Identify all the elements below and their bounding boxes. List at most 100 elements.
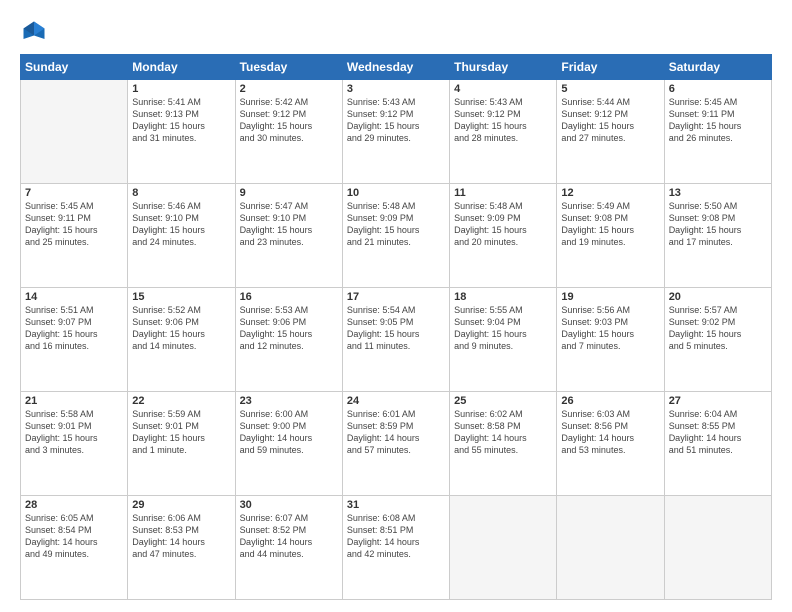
calendar-cell: 19Sunrise: 5:56 AM Sunset: 9:03 PM Dayli… — [557, 288, 664, 392]
logo-icon — [20, 18, 48, 46]
week-row-1: 7Sunrise: 5:45 AM Sunset: 9:11 PM Daylig… — [21, 184, 772, 288]
day-number: 13 — [669, 187, 767, 199]
weekday-header-friday: Friday — [557, 55, 664, 80]
day-info: Sunrise: 6:02 AM Sunset: 8:58 PM Dayligh… — [454, 408, 552, 457]
day-number: 15 — [132, 291, 230, 303]
day-info: Sunrise: 6:05 AM Sunset: 8:54 PM Dayligh… — [25, 512, 123, 561]
day-number: 12 — [561, 187, 659, 199]
calendar-cell: 14Sunrise: 5:51 AM Sunset: 9:07 PM Dayli… — [21, 288, 128, 392]
day-info: Sunrise: 5:59 AM Sunset: 9:01 PM Dayligh… — [132, 408, 230, 457]
calendar-cell: 16Sunrise: 5:53 AM Sunset: 9:06 PM Dayli… — [235, 288, 342, 392]
day-info: Sunrise: 6:08 AM Sunset: 8:51 PM Dayligh… — [347, 512, 445, 561]
day-info: Sunrise: 5:50 AM Sunset: 9:08 PM Dayligh… — [669, 200, 767, 249]
day-info: Sunrise: 6:00 AM Sunset: 9:00 PM Dayligh… — [240, 408, 338, 457]
calendar-cell: 5Sunrise: 5:44 AM Sunset: 9:12 PM Daylig… — [557, 80, 664, 184]
day-info: Sunrise: 5:44 AM Sunset: 9:12 PM Dayligh… — [561, 96, 659, 145]
calendar-cell: 21Sunrise: 5:58 AM Sunset: 9:01 PM Dayli… — [21, 392, 128, 496]
calendar-cell: 29Sunrise: 6:06 AM Sunset: 8:53 PM Dayli… — [128, 496, 235, 600]
calendar-cell: 28Sunrise: 6:05 AM Sunset: 8:54 PM Dayli… — [21, 496, 128, 600]
day-info: Sunrise: 5:47 AM Sunset: 9:10 PM Dayligh… — [240, 200, 338, 249]
day-number: 25 — [454, 395, 552, 407]
day-info: Sunrise: 6:04 AM Sunset: 8:55 PM Dayligh… — [669, 408, 767, 457]
calendar-cell: 7Sunrise: 5:45 AM Sunset: 9:11 PM Daylig… — [21, 184, 128, 288]
day-info: Sunrise: 5:52 AM Sunset: 9:06 PM Dayligh… — [132, 304, 230, 353]
day-number: 30 — [240, 499, 338, 511]
calendar-cell: 30Sunrise: 6:07 AM Sunset: 8:52 PM Dayli… — [235, 496, 342, 600]
calendar-cell: 3Sunrise: 5:43 AM Sunset: 9:12 PM Daylig… — [342, 80, 449, 184]
day-info: Sunrise: 5:58 AM Sunset: 9:01 PM Dayligh… — [25, 408, 123, 457]
calendar-cell: 18Sunrise: 5:55 AM Sunset: 9:04 PM Dayli… — [450, 288, 557, 392]
day-number: 2 — [240, 83, 338, 95]
calendar-cell: 1Sunrise: 5:41 AM Sunset: 9:13 PM Daylig… — [128, 80, 235, 184]
calendar-cell: 24Sunrise: 6:01 AM Sunset: 8:59 PM Dayli… — [342, 392, 449, 496]
day-number: 17 — [347, 291, 445, 303]
day-info: Sunrise: 5:56 AM Sunset: 9:03 PM Dayligh… — [561, 304, 659, 353]
calendar-cell: 9Sunrise: 5:47 AM Sunset: 9:10 PM Daylig… — [235, 184, 342, 288]
day-number: 24 — [347, 395, 445, 407]
calendar-cell: 8Sunrise: 5:46 AM Sunset: 9:10 PM Daylig… — [128, 184, 235, 288]
day-info: Sunrise: 5:43 AM Sunset: 9:12 PM Dayligh… — [454, 96, 552, 145]
day-number: 18 — [454, 291, 552, 303]
calendar-cell: 15Sunrise: 5:52 AM Sunset: 9:06 PM Dayli… — [128, 288, 235, 392]
weekday-header-monday: Monday — [128, 55, 235, 80]
day-info: Sunrise: 5:54 AM Sunset: 9:05 PM Dayligh… — [347, 304, 445, 353]
day-info: Sunrise: 5:41 AM Sunset: 9:13 PM Dayligh… — [132, 96, 230, 145]
weekday-header-thursday: Thursday — [450, 55, 557, 80]
day-info: Sunrise: 6:01 AM Sunset: 8:59 PM Dayligh… — [347, 408, 445, 457]
day-info: Sunrise: 5:43 AM Sunset: 9:12 PM Dayligh… — [347, 96, 445, 145]
day-number: 31 — [347, 499, 445, 511]
calendar-cell — [21, 80, 128, 184]
weekday-header-row: SundayMondayTuesdayWednesdayThursdayFrid… — [21, 55, 772, 80]
page: SundayMondayTuesdayWednesdayThursdayFrid… — [0, 0, 792, 612]
day-number: 7 — [25, 187, 123, 199]
day-number: 23 — [240, 395, 338, 407]
day-number: 29 — [132, 499, 230, 511]
day-info: Sunrise: 5:45 AM Sunset: 9:11 PM Dayligh… — [25, 200, 123, 249]
weekday-header-sunday: Sunday — [21, 55, 128, 80]
day-info: Sunrise: 5:51 AM Sunset: 9:07 PM Dayligh… — [25, 304, 123, 353]
day-number: 26 — [561, 395, 659, 407]
day-number: 8 — [132, 187, 230, 199]
calendar-cell: 4Sunrise: 5:43 AM Sunset: 9:12 PM Daylig… — [450, 80, 557, 184]
day-number: 9 — [240, 187, 338, 199]
calendar-cell: 6Sunrise: 5:45 AM Sunset: 9:11 PM Daylig… — [664, 80, 771, 184]
calendar-cell: 17Sunrise: 5:54 AM Sunset: 9:05 PM Dayli… — [342, 288, 449, 392]
weekday-header-wednesday: Wednesday — [342, 55, 449, 80]
calendar-cell — [450, 496, 557, 600]
day-number: 10 — [347, 187, 445, 199]
day-info: Sunrise: 6:06 AM Sunset: 8:53 PM Dayligh… — [132, 512, 230, 561]
calendar-cell — [557, 496, 664, 600]
header — [20, 18, 772, 46]
day-info: Sunrise: 5:46 AM Sunset: 9:10 PM Dayligh… — [132, 200, 230, 249]
calendar-cell: 25Sunrise: 6:02 AM Sunset: 8:58 PM Dayli… — [450, 392, 557, 496]
calendar-cell: 27Sunrise: 6:04 AM Sunset: 8:55 PM Dayli… — [664, 392, 771, 496]
calendar-cell: 10Sunrise: 5:48 AM Sunset: 9:09 PM Dayli… — [342, 184, 449, 288]
calendar-cell: 31Sunrise: 6:08 AM Sunset: 8:51 PM Dayli… — [342, 496, 449, 600]
day-number: 22 — [132, 395, 230, 407]
calendar-cell: 12Sunrise: 5:49 AM Sunset: 9:08 PM Dayli… — [557, 184, 664, 288]
day-number: 21 — [25, 395, 123, 407]
weekday-header-tuesday: Tuesday — [235, 55, 342, 80]
day-info: Sunrise: 5:42 AM Sunset: 9:12 PM Dayligh… — [240, 96, 338, 145]
day-info: Sunrise: 5:57 AM Sunset: 9:02 PM Dayligh… — [669, 304, 767, 353]
day-info: Sunrise: 6:03 AM Sunset: 8:56 PM Dayligh… — [561, 408, 659, 457]
weekday-header-saturday: Saturday — [664, 55, 771, 80]
calendar-cell: 20Sunrise: 5:57 AM Sunset: 9:02 PM Dayli… — [664, 288, 771, 392]
calendar-cell — [664, 496, 771, 600]
calendar-table: SundayMondayTuesdayWednesdayThursdayFrid… — [20, 54, 772, 600]
day-number: 3 — [347, 83, 445, 95]
day-number: 14 — [25, 291, 123, 303]
week-row-4: 28Sunrise: 6:05 AM Sunset: 8:54 PM Dayli… — [21, 496, 772, 600]
calendar-cell: 11Sunrise: 5:48 AM Sunset: 9:09 PM Dayli… — [450, 184, 557, 288]
logo — [20, 18, 52, 46]
day-number: 11 — [454, 187, 552, 199]
calendar-cell: 13Sunrise: 5:50 AM Sunset: 9:08 PM Dayli… — [664, 184, 771, 288]
day-number: 4 — [454, 83, 552, 95]
day-number: 5 — [561, 83, 659, 95]
day-info: Sunrise: 5:53 AM Sunset: 9:06 PM Dayligh… — [240, 304, 338, 353]
calendar-cell: 26Sunrise: 6:03 AM Sunset: 8:56 PM Dayli… — [557, 392, 664, 496]
calendar-cell: 2Sunrise: 5:42 AM Sunset: 9:12 PM Daylig… — [235, 80, 342, 184]
day-info: Sunrise: 5:55 AM Sunset: 9:04 PM Dayligh… — [454, 304, 552, 353]
day-info: Sunrise: 6:07 AM Sunset: 8:52 PM Dayligh… — [240, 512, 338, 561]
week-row-3: 21Sunrise: 5:58 AM Sunset: 9:01 PM Dayli… — [21, 392, 772, 496]
